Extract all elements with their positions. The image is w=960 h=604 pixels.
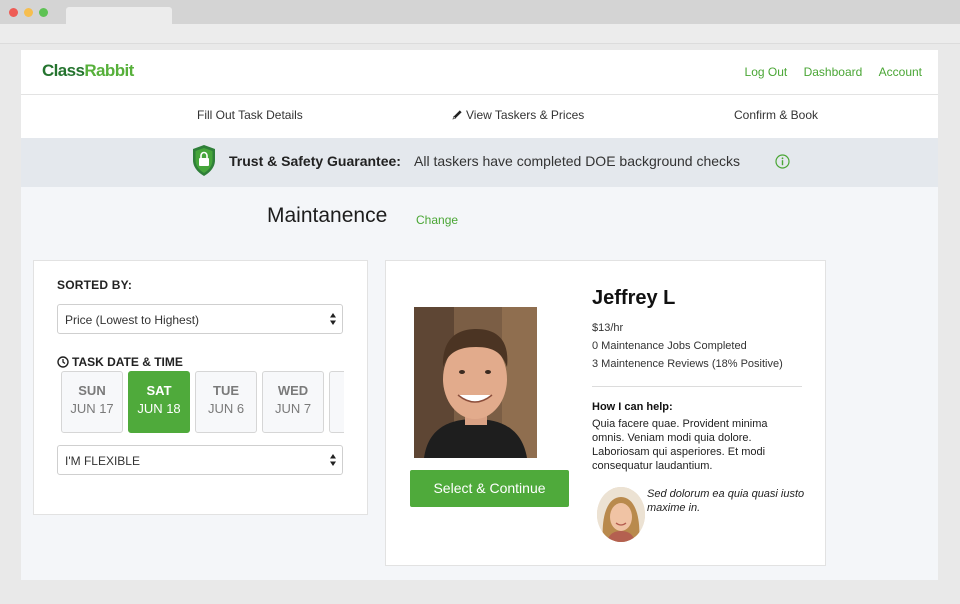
help-text: Quia facere quae. Provident minima omnis… (592, 418, 768, 472)
classrabbit-logo[interactable]: ClassRabbit (42, 61, 134, 81)
divider (592, 386, 802, 387)
day-option-partial[interactable] (329, 371, 344, 433)
banner-title: Trust & Safety Guarantee: (229, 153, 401, 169)
site-header: ClassRabbit Log Out Dashboard Account (21, 50, 938, 95)
sort-select-value: Price (Lowest to Highest) (65, 313, 200, 327)
step-confirm-book[interactable]: Confirm & Book (734, 108, 818, 122)
sorted-by-label: SORTED BY: (57, 278, 133, 292)
sort-select[interactable]: Price (Lowest to Highest) (57, 304, 343, 334)
reviewer-avatar (597, 487, 645, 542)
dashboard-link[interactable]: Dashboard (804, 65, 863, 79)
day-option[interactable]: TUE JUN 6 (195, 371, 257, 433)
day-option[interactable]: SUN JUN 17 (61, 371, 123, 433)
progress-steps: Fill Out Task Details View Taskers & Pri… (21, 95, 938, 138)
tasker-rate: $13/hr (592, 322, 624, 334)
day-picker: SUN JUN 17 SAT JUN 18 TUE JUN 6 WED JUN … (61, 371, 344, 435)
change-task-link[interactable]: Change (416, 213, 458, 227)
minimize-window-icon[interactable] (24, 8, 33, 17)
day-option-selected[interactable]: SAT JUN 18 (128, 371, 190, 433)
task-date-text: TASK DATE & TIME (72, 355, 183, 369)
tasker-card: Select & Continue Jeffrey L $13/hr 0 Mai… (385, 260, 826, 566)
page: ClassRabbit Log Out Dashboard Account Fi… (21, 50, 938, 580)
day-option[interactable]: WED JUN 7 (262, 371, 324, 433)
select-continue-button[interactable]: Select & Continue (410, 470, 569, 507)
clock-icon (57, 356, 69, 368)
banner-text: All taskers have completed DOE backgroun… (414, 153, 741, 169)
tasker-reviews: 3 Maintenence Reviews (18% Positive) (592, 358, 783, 370)
time-select-value: I'M FLEXIBLE (65, 454, 140, 468)
account-link[interactable]: Account (879, 65, 922, 79)
select-arrows-icon (330, 313, 336, 325)
browser-titlebar (0, 0, 960, 24)
browser-toolbar (0, 24, 960, 44)
tasker-photo (414, 307, 537, 458)
tasker-jobs: 0 Maintenance Jobs Completed (592, 340, 747, 352)
select-arrows-icon (330, 454, 336, 466)
logout-link[interactable]: Log Out (745, 65, 788, 79)
help-heading: How I can help: (592, 401, 673, 413)
info-icon[interactable] (775, 154, 790, 169)
step-fill-details[interactable]: Fill Out Task Details (197, 108, 303, 122)
step-view-taskers-label: View Taskers & Prices (466, 108, 585, 122)
task-date-label: TASK DATE & TIME (57, 355, 183, 369)
top-nav: Log Out Dashboard Account (732, 65, 922, 79)
maximize-window-icon[interactable] (39, 8, 48, 17)
review-quote: Sed dolorum ea quia quasi iusto maxime i… (647, 488, 805, 514)
shield-lock-icon (193, 145, 215, 176)
browser-tab[interactable] (66, 7, 172, 24)
pencil-icon (452, 110, 462, 120)
close-window-icon[interactable] (9, 8, 18, 17)
task-title: Maintanence (267, 204, 388, 227)
filter-panel: SORTED BY: Price (Lowest to Highest) TAS… (33, 260, 368, 515)
tasker-name: Jeffrey L (592, 287, 676, 309)
time-select[interactable]: I'M FLEXIBLE (57, 445, 343, 475)
trust-safety-banner: Trust & Safety Guarantee: All taskers ha… (21, 138, 938, 187)
step-view-taskers[interactable]: View Taskers & Prices (452, 108, 584, 122)
